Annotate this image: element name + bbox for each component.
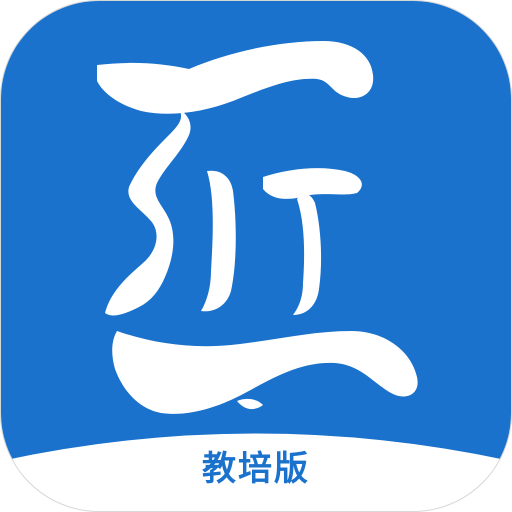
edition-label: 教培版: [202, 449, 310, 489]
app-icon-graphic: [1, 1, 511, 461]
app-icon[interactable]: 教培版: [1, 1, 511, 511]
